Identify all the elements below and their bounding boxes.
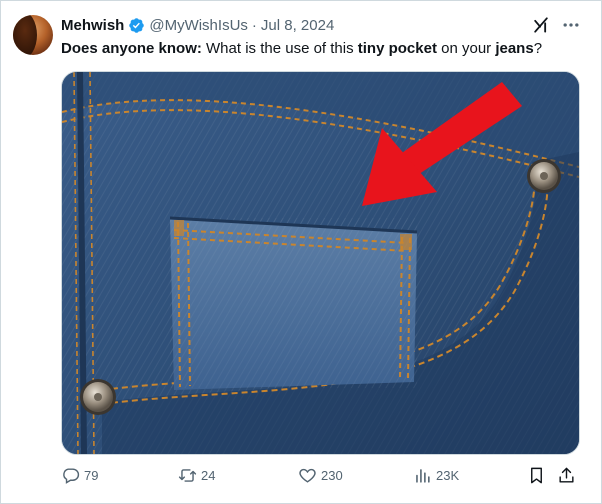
like-count: 230 [321,467,343,483]
reply-button[interactable]: 79 [61,463,98,487]
share-icon [559,467,574,483]
more-icon[interactable] [561,15,581,35]
action-bar: 79 24 230 23K [61,463,581,487]
post-card[interactable]: Mehwish @MyWishIsUs · Jul 8, 2024 Does a… [0,0,602,504]
author-handle[interactable]: @MyWishIsUs [149,17,248,34]
post-image[interactable] [61,71,580,455]
grok-icon[interactable] [531,15,551,35]
post-text-part: on your [436,40,496,57]
bookmark-icon [531,467,542,483]
post-text-part: tiny pocket [357,40,437,57]
heart-icon [299,468,316,483]
post-text: Does anyone know: What is the use of thi… [61,39,542,59]
views-count: 23K [436,467,460,483]
post-date[interactable]: Jul 8, 2024 [261,17,334,34]
reply-icon [63,467,80,484]
like-button[interactable]: 230 [298,463,343,487]
author-name[interactable]: Mehwish [61,17,124,34]
post-text-part: What is the use of this [201,40,358,57]
repost-count: 24 [201,467,216,483]
post-text-part: ? [533,40,543,57]
share-button[interactable] [557,463,576,487]
views-button[interactable]: 23K [413,463,459,487]
bookmark-button[interactable] [527,463,546,487]
reply-count: 79 [84,467,99,483]
post-header: Mehwish @MyWishIsUs · Jul 8, 2024 [61,15,334,35]
repost-button[interactable]: 24 [178,463,215,487]
jeans-pocket-photo [62,72,579,454]
separator: · [251,16,257,34]
verified-badge-icon [129,17,145,33]
post-text-part: Does anyone know: [61,40,202,57]
repost-icon [178,468,197,482]
avatar[interactable] [13,15,53,55]
views-icon [416,468,430,483]
post-text-part: jeans [495,40,534,57]
